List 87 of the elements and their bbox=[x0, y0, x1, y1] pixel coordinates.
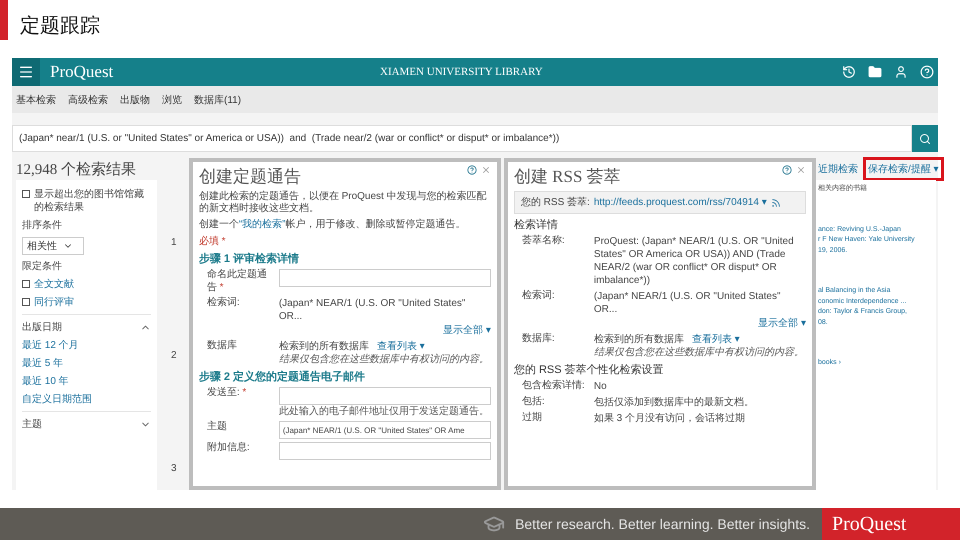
result-number: 2 bbox=[171, 349, 177, 362]
input-field[interactable] bbox=[278, 442, 491, 460]
checkbox[interactable] bbox=[22, 190, 30, 198]
field-label: 数据库 bbox=[206, 340, 238, 352]
nav-link[interactable]: 高级检索 bbox=[68, 92, 108, 106]
date-link[interactable]: 最近 5 年 bbox=[22, 357, 151, 370]
view-list-link[interactable]: 查看列表 ▾ bbox=[376, 340, 425, 353]
dialog-title: 创建定题通告 bbox=[198, 166, 301, 188]
field-value: 检索到的所有数据库 bbox=[278, 340, 369, 353]
step-heading: 步骤 2 定义您的定题通告电子邮件 bbox=[198, 370, 366, 384]
input-field[interactable] bbox=[278, 387, 491, 405]
search-button[interactable] bbox=[912, 125, 938, 152]
field-value: ProQuest: (Japan* NEAR/1 (U.S. OR "United States" OR America OR USA)) AND (Trade NEAR/2 (war OR conflict* OR disput* OR imbalance*)) bbox=[594, 235, 795, 287]
step-heading: 步骤 1 评审检索详情 bbox=[198, 252, 300, 266]
field-label: 检索词: bbox=[206, 297, 241, 310]
date-link[interactable]: 自定义日期范围 bbox=[22, 393, 151, 406]
result-count: 12,948 个检索结果 bbox=[15, 160, 137, 180]
tagline: Better research. Better learning. Better insights. bbox=[515, 516, 810, 532]
search-link[interactable]: 近期检索 bbox=[816, 160, 860, 178]
logo: ProQuest bbox=[50, 62, 114, 82]
help-icon[interactable] bbox=[782, 165, 792, 175]
checkbox-label[interactable]: 同行评审 bbox=[34, 296, 74, 309]
hint-text: 此处输入的电子邮件地址仅用于发送定题通告。 bbox=[278, 406, 490, 418]
search-link[interactable]: 保存检索/提醒 ▾ bbox=[866, 160, 941, 178]
field-value: 包括仅添加到数据库中的最新文档。 bbox=[594, 396, 755, 409]
section-heading: 您的 RSS 荟萃个性化检索设置 bbox=[514, 362, 665, 377]
nav-link[interactable]: 基本检索 bbox=[16, 92, 56, 106]
input-field[interactable] bbox=[278, 269, 491, 287]
field-value: No bbox=[594, 380, 608, 393]
field-value: 检索到的所有数据库 bbox=[594, 333, 684, 346]
sort-select[interactable]: 相关性 bbox=[22, 237, 84, 255]
field-value: (Japan* NEAR/1 (U.S. OR "United States" OR... bbox=[278, 297, 466, 323]
field-value: (Japan* NEAR/1 (U.S. OR "United States" OR... bbox=[594, 290, 782, 316]
result-number: 3 bbox=[171, 462, 177, 475]
my-research-link[interactable]: “我的检索” bbox=[238, 219, 286, 230]
checkbox[interactable] bbox=[22, 280, 30, 288]
nav-link[interactable]: 数据库(11) bbox=[194, 92, 242, 106]
section-title[interactable]: 主题 bbox=[22, 418, 42, 431]
brand-logo: ProQuest bbox=[822, 508, 960, 540]
close-icon[interactable] bbox=[480, 165, 491, 175]
date-link[interactable]: 最近 12 个月 bbox=[22, 339, 151, 352]
field-label: 主题 bbox=[206, 421, 228, 434]
field-label: 包括: bbox=[522, 396, 546, 408]
input-field[interactable]: (Japan* NEAR/1 (U.S. OR "United States" OR Ame bbox=[278, 421, 491, 439]
nav-link[interactable]: 浏览 bbox=[162, 92, 182, 106]
field-label: 数据库: bbox=[522, 333, 556, 346]
search-icon bbox=[919, 132, 931, 144]
note-text: 结果仅包含您在这些数据库中有权访问的内容。 bbox=[278, 354, 490, 366]
dialog-title: 创建 RSS 荟萃 bbox=[514, 166, 621, 188]
section-title[interactable]: 出版日期 bbox=[22, 321, 62, 334]
sort-label: 排序条件 bbox=[22, 219, 63, 232]
field-label: 荟萃名称: bbox=[522, 235, 566, 248]
note-text: 结果仅包含您在这些数据库中有权访问的内容。 bbox=[594, 347, 805, 359]
account-text: 创建一个“我的检索”帐户，用于修改、删除或暂停定题通告。 bbox=[198, 218, 466, 231]
show-all-link[interactable]: 显示全部 ▾ bbox=[443, 324, 491, 337]
section-heading: 检索详情 bbox=[514, 218, 559, 232]
field-label: 发送至: * bbox=[206, 387, 248, 400]
user-icon[interactable] bbox=[894, 65, 908, 79]
checkbox[interactable] bbox=[22, 298, 30, 306]
rss-icon[interactable] bbox=[770, 198, 781, 208]
field-label: 附加信息: bbox=[206, 442, 251, 454]
date-link[interactable]: 最近 10 年 bbox=[22, 375, 151, 388]
field-label: 检索词: bbox=[522, 290, 556, 302]
checkbox-label[interactable]: 全文文献 bbox=[34, 278, 74, 291]
folder-icon[interactable] bbox=[868, 65, 882, 79]
history-icon[interactable] bbox=[842, 65, 856, 79]
intro-text: 创建此检索的定题通告，以便在 ProQuest 中发现与您的检索匹配的新文档时接收这些文档。 bbox=[198, 191, 488, 215]
library-name: XIAMEN UNIVERSITY LIBRARY bbox=[380, 66, 544, 78]
menu-icon[interactable] bbox=[12, 58, 40, 86]
field-value: 如果 3 个月没有访问，会话将过期 bbox=[594, 412, 746, 425]
limit-label: 限定条件 bbox=[22, 260, 63, 273]
checkbox-label: 显示超出您的图书馆馆藏的检索结果 bbox=[34, 188, 145, 214]
slide-title: 定题跟踪 bbox=[20, 14, 100, 39]
help-icon[interactable] bbox=[466, 165, 477, 175]
accent-bar bbox=[0, 0, 8, 40]
field-label: 包含检索详情: bbox=[522, 380, 586, 392]
feed-label: 您的 RSS 荟萃: bbox=[520, 196, 590, 209]
close-icon[interactable] bbox=[796, 165, 806, 175]
feed-link[interactable]: http://feeds.proquest.com/rss/704914 ▾ bbox=[594, 196, 767, 209]
required-note: 必填 * bbox=[198, 234, 226, 248]
nav-link[interactable]: 出版物 bbox=[120, 92, 150, 106]
show-all-link[interactable]: 显示全部 ▾ bbox=[758, 317, 806, 330]
field-label: 命名此定题通告 * bbox=[206, 269, 268, 294]
view-list-link[interactable]: 查看列表 ▾ bbox=[692, 333, 740, 346]
search-field[interactable]: (Japan* near/1 (U.S. or "United States" or America or USA)) and (Trade near/2 (war or conflict* or disput* or imbalance*)) bbox=[12, 125, 912, 152]
result-number: 1 bbox=[171, 236, 177, 249]
field-label: 过期 bbox=[522, 412, 543, 424]
